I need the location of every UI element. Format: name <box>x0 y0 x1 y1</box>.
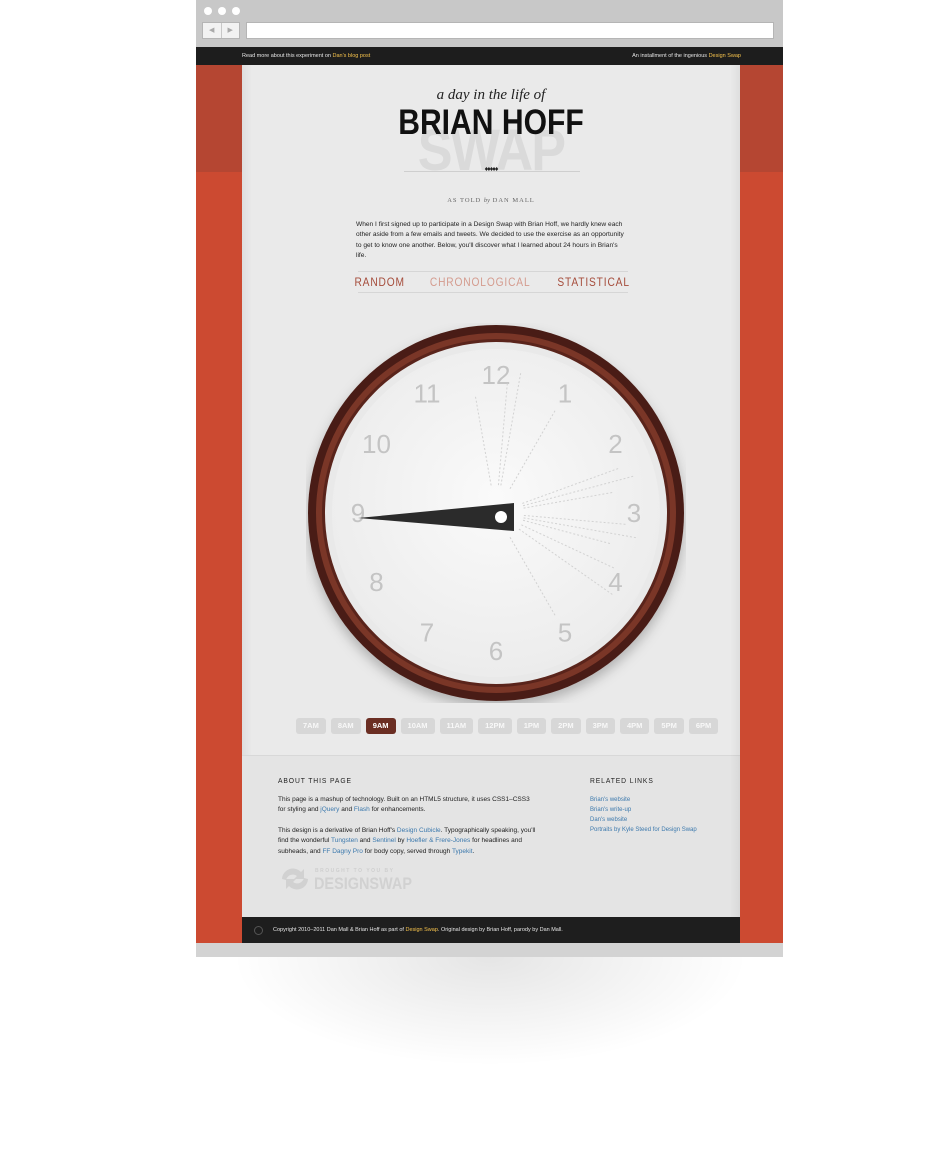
about-text: for enhancements. <box>369 806 426 814</box>
clock-numeral-12: 12 <box>482 360 511 390</box>
tagline: a day in the life of <box>436 87 546 103</box>
hour-button-5pm[interactable]: 5PM <box>654 718 684 734</box>
hour-button-6pm[interactable]: 6PM <box>688 718 719 734</box>
drop-shadow <box>230 957 750 1067</box>
clock-numeral-1: 1 <box>558 378 572 408</box>
top-bar: Read more about this experiment on Dan's… <box>196 47 783 65</box>
flash-link[interactable]: Flash <box>354 806 370 813</box>
top-bar-left-text: Read more about this experiment on <box>242 53 333 59</box>
about-text: and <box>339 806 354 814</box>
clock-numeral-9: 9 <box>351 498 365 528</box>
clock-numeral-4: 4 <box>608 567 622 597</box>
clock-numeral-8: 8 <box>369 567 383 597</box>
clock-numeral-2: 2 <box>608 429 622 459</box>
related-link[interactable]: Brian's write-up <box>590 805 697 815</box>
about-text: . <box>472 847 475 855</box>
clock-numeral-6: 6 <box>489 636 503 666</box>
related-link[interactable]: Dan's website <box>590 815 697 825</box>
about-heading: ABOUT THIS PAGE <box>278 776 352 785</box>
byline-prefix: AS TOLD <box>447 197 482 204</box>
typekit-link[interactable]: Typekit <box>452 848 473 855</box>
related-links-list: Brian's website Brian's write-up Dan's w… <box>590 795 697 835</box>
byline-by: by <box>483 197 491 204</box>
back-arrow-icon[interactable]: ◀ <box>203 23 221 38</box>
site-frame: Read more about this experiment on Dan's… <box>196 47 783 943</box>
clock: 12 1 2 3 4 5 6 7 8 9 10 11 <box>306 323 686 703</box>
diamond-ornament: ♦♦♦♦♦ <box>484 166 499 173</box>
top-bar-left: Read more about this experiment on Dan's… <box>242 53 370 59</box>
hour-button-1pm[interactable]: 1PM <box>516 718 547 734</box>
hour-button-11am[interactable]: 11AM <box>439 718 474 734</box>
nav-buttons: ◀ ▶ <box>202 22 240 39</box>
top-bar-right-text: An installment of the ingenious <box>632 53 709 59</box>
related-link[interactable]: Portraits by Kyle Steed for Design Swap <box>590 825 697 835</box>
copyright-design-swap-link[interactable]: Design Swap <box>405 927 437 933</box>
address-bar[interactable] <box>246 22 774 39</box>
hour-button-2pm[interactable]: 2PM <box>551 718 581 734</box>
window-maximize-dot[interactable] <box>232 7 240 15</box>
design-cubicle-link[interactable]: Design Cubicle <box>397 827 441 834</box>
footer-circle-icon <box>254 926 263 935</box>
byline: AS TOLD by DAN MALL <box>242 197 740 204</box>
byline-name: DAN MALL <box>492 197 535 204</box>
hoefler-link[interactable]: Hoefler & Frere-Jones <box>406 837 470 844</box>
clock-numeral-5: 5 <box>558 618 572 648</box>
browser-chrome: ◀ ▶ <box>196 0 783 47</box>
about-text: and <box>357 837 373 845</box>
content-sheet: SWAP a day in the life of BRIAN HOFF ♦♦♦… <box>242 65 740 917</box>
copyright-text: Copyright 2010–2011 Dan Mall & Brian Hof… <box>273 927 563 933</box>
about-text: for body copy, served through <box>362 847 452 855</box>
mode-statistical[interactable]: STATISTICAL <box>553 275 636 289</box>
design-swap-link[interactable]: Design Swap <box>709 53 741 59</box>
about-text: by <box>395 837 407 845</box>
clock-numeral-11: 11 <box>414 378 441 408</box>
hour-button-7am[interactable]: 7AM <box>296 718 326 734</box>
window-close-dot[interactable] <box>204 7 212 15</box>
logo-big-text: DESIGNSWAP <box>314 874 412 893</box>
clock-numeral-3: 3 <box>627 498 641 528</box>
hour-button-8am[interactable]: 8AM <box>330 718 361 734</box>
page-title: BRIAN HOFF <box>398 103 584 142</box>
copyright-bar: Copyright 2010–2011 Dan Mall & Brian Hof… <box>242 917 740 943</box>
top-bar-right: An installment of the ingenious Design S… <box>632 53 741 59</box>
mode-chronological[interactable]: CHRONOLOGICAL <box>425 275 536 289</box>
view-mode-nav: RANDOM CHRONOLOGICAL STATISTICAL <box>354 271 629 293</box>
forward-arrow-icon[interactable]: ▶ <box>220 23 240 38</box>
blog-post-link[interactable]: Dan's blog post <box>333 53 371 59</box>
hour-button-12pm[interactable]: 12PM <box>478 718 512 734</box>
jquery-link[interactable]: jQuery <box>320 806 339 813</box>
about-paragraph-1: This page is a mashup of technology. Bui… <box>278 795 538 816</box>
hour-selector: 7AM 8AM 9AM 10AM 11AM 12PM 1PM 2PM 3PM 4PM 5PM 6PM <box>296 718 719 734</box>
mode-random[interactable]: RANDOM <box>349 275 410 289</box>
dagny-link[interactable]: FF Dagny Pro <box>322 848 362 855</box>
clock-numeral-10: 10 <box>362 429 391 459</box>
clock-face-svg: 121234567891011 <box>308 325 684 701</box>
hour-button-3pm[interactable]: 3PM <box>585 718 615 734</box>
related-links-heading: RELATED LINKS <box>590 776 654 785</box>
clock-numeral-7: 7 <box>420 618 434 648</box>
about-paragraph-2: This design is a derivative of Brian Hof… <box>278 826 538 857</box>
clock-hand-pivot <box>495 511 507 523</box>
tungsten-link[interactable]: Tungsten <box>331 837 358 844</box>
copyright-suffix: . Original design by Brian Hoff, parody … <box>437 927 563 933</box>
hour-button-10am[interactable]: 10AM <box>400 718 435 734</box>
about-text: This design is a derivative of Brian Hof… <box>278 827 397 834</box>
browser-bottom-edge <box>196 943 783 957</box>
sentinel-link[interactable]: Sentinel <box>372 837 396 844</box>
window-minimize-dot[interactable] <box>218 7 226 15</box>
hour-button-9am[interactable]: 9AM <box>365 718 396 734</box>
related-link[interactable]: Brian's website <box>590 795 697 805</box>
hour-button-4pm[interactable]: 4PM <box>620 718 650 734</box>
copyright-prefix: Copyright 2010–2011 Dan Mall & Brian Hof… <box>273 927 406 933</box>
about-section: ABOUT THIS PAGE This page is a mashup of… <box>242 755 740 917</box>
intro-paragraph: When I first signed up to participate in… <box>356 221 624 260</box>
